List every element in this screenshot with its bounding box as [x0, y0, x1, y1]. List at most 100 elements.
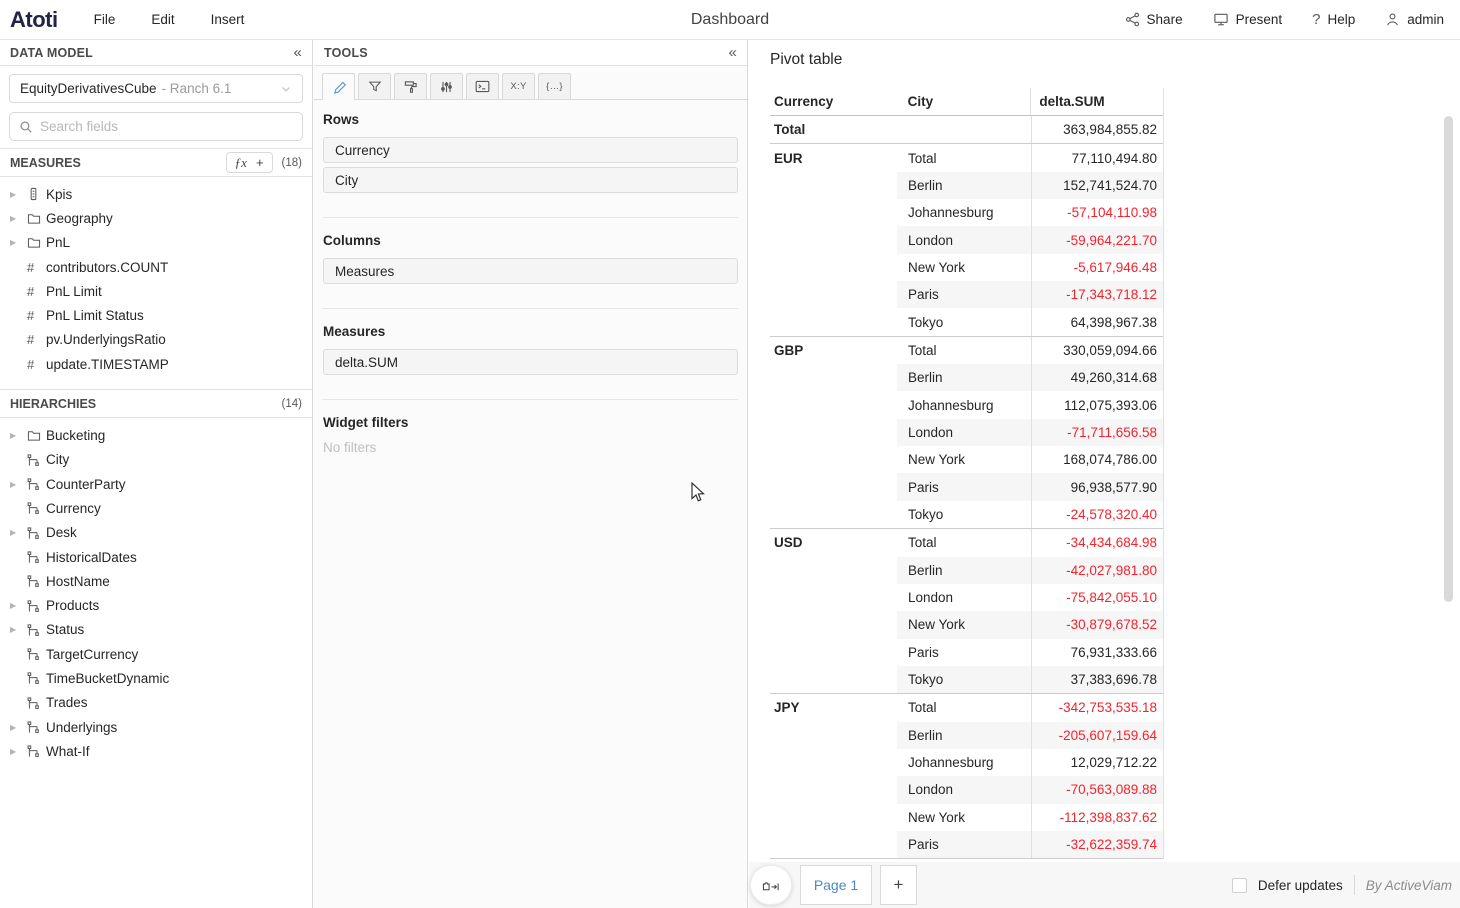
value-cell[interactable]: -112,398,837.62 — [1031, 804, 1164, 831]
menu-item[interactable]: File — [94, 12, 116, 27]
city-cell[interactable]: New York — [897, 804, 1031, 831]
row-field-chip[interactable]: City — [323, 167, 738, 193]
city-cell[interactable]: New York — [897, 446, 1031, 473]
tab-edit[interactable] — [322, 73, 355, 100]
measure-item[interactable]: ▶ # PnL Limit — [0, 279, 312, 303]
city-cell[interactable]: Berlin — [897, 364, 1031, 391]
currency-cell[interactable]: JPY — [770, 694, 897, 721]
city-cell[interactable]: Total — [897, 694, 1031, 721]
value-cell[interactable]: 12,029,712.22 — [1031, 749, 1164, 776]
share-button[interactable]: Share — [1125, 12, 1183, 27]
expand-arrow-icon[interactable]: ▶ — [10, 190, 27, 199]
hierarchy-item[interactable]: ▶ Products — [0, 593, 312, 617]
city-cell[interactable]: Berlin — [897, 557, 1031, 584]
city-cell[interactable]: Tokyo — [897, 308, 1031, 335]
expand-arrow-icon[interactable]: ▶ — [10, 747, 27, 756]
value-cell[interactable]: -71,711,656.58 — [1031, 419, 1164, 446]
add-measure-icon[interactable]: + — [256, 155, 264, 170]
add-page-button[interactable]: + — [880, 865, 917, 905]
row-field-chip[interactable]: Currency — [323, 137, 738, 163]
value-cell[interactable]: 168,074,786.00 — [1031, 446, 1164, 473]
value-cell[interactable]: 49,260,314.68 — [1031, 364, 1164, 391]
page-tab[interactable]: Page 1 — [800, 865, 872, 905]
measure-tools-button[interactable]: ƒx + — [226, 152, 273, 173]
city-cell[interactable]: Total — [897, 144, 1031, 171]
measure-item[interactable]: ▶ Kpis — [0, 182, 312, 206]
hierarchy-item[interactable]: ▶ Trades — [0, 691, 312, 715]
tab-style[interactable] — [394, 73, 427, 99]
cube-selector[interactable]: EquityDerivativesCube - Ranch 6.1 — [9, 74, 303, 103]
tab-filter[interactable] — [358, 73, 391, 99]
measure-item[interactable]: ▶ Geography — [0, 206, 312, 230]
hierarchy-item[interactable]: ▶ Currency — [0, 496, 312, 520]
measure-field-chip[interactable]: delta.SUM — [323, 349, 738, 375]
value-cell[interactable]: -30,879,678.52 — [1031, 611, 1164, 638]
hierarchy-item[interactable]: ▶ TimeBucketDynamic — [0, 666, 312, 690]
expand-arrow-icon[interactable]: ▶ — [10, 625, 27, 634]
tab-settings[interactable] — [430, 73, 463, 99]
column-header-measure[interactable]: delta.SUM — [1030, 88, 1163, 115]
city-cell[interactable]: Paris — [897, 281, 1031, 308]
tab-query[interactable] — [466, 73, 499, 99]
value-cell[interactable]: 96,938,577.90 — [1031, 473, 1164, 500]
value-cell[interactable]: 330,059,094.66 — [1031, 337, 1164, 364]
present-button[interactable]: Present — [1213, 12, 1283, 27]
hierarchy-item[interactable]: ▶ Bucketing — [0, 423, 312, 447]
measure-item[interactable]: ▶ # pv.UnderlyingsRatio — [0, 328, 312, 352]
hierarchy-item[interactable]: ▶ What-If — [0, 739, 312, 763]
expand-arrow-icon[interactable]: ▶ — [10, 723, 27, 732]
currency-cell[interactable]: GBP — [770, 337, 897, 364]
city-cell[interactable]: Total — [897, 337, 1031, 364]
value-cell[interactable]: 112,075,393.06 — [1031, 391, 1164, 418]
measure-item[interactable]: ▶ # contributors.COUNT — [0, 255, 312, 279]
value-cell[interactable]: 64,398,967.38 — [1031, 308, 1164, 335]
city-cell[interactable]: Tokyo — [897, 666, 1031, 693]
value-cell[interactable]: -5,617,946.48 — [1031, 254, 1164, 281]
menu-item[interactable]: Edit — [151, 12, 174, 27]
city-cell[interactable]: Total — [897, 529, 1031, 556]
value-cell[interactable]: -70,563,089.88 — [1031, 776, 1164, 803]
expand-arrow-icon[interactable]: ▶ — [10, 431, 27, 440]
city-cell[interactable]: Johannesburg — [897, 749, 1031, 776]
vertical-scrollbar-thumb[interactable] — [1444, 116, 1453, 602]
currency-cell[interactable]: Total — [770, 116, 897, 143]
city-cell[interactable]: Berlin — [897, 722, 1031, 749]
value-cell[interactable]: 77,110,494.80 — [1031, 144, 1164, 171]
currency-cell[interactable]: EUR — [770, 144, 897, 171]
city-cell[interactable]: Johannesburg — [897, 199, 1031, 226]
help-button[interactable]: ? Help — [1312, 11, 1355, 28]
value-cell[interactable]: 37,383,696.78 — [1031, 666, 1164, 693]
city-cell[interactable]: Johannesburg — [897, 391, 1031, 418]
city-cell[interactable]: London — [897, 584, 1031, 611]
value-cell[interactable]: 363,984,855.82 — [1031, 116, 1164, 143]
measure-item[interactable]: ▶ PnL — [0, 231, 312, 255]
city-cell[interactable]: Paris — [897, 831, 1031, 858]
city-cell[interactable]: London — [897, 419, 1031, 446]
value-cell[interactable]: -57,104,110.98 — [1031, 199, 1164, 226]
value-cell[interactable]: -24,578,320.40 — [1031, 501, 1164, 528]
expand-arrow-icon[interactable]: ▶ — [10, 238, 27, 247]
value-cell[interactable]: -59,964,221.70 — [1031, 226, 1164, 253]
column-header-city[interactable]: City — [897, 94, 1031, 109]
admin-button[interactable]: admin — [1385, 12, 1444, 27]
expand-arrow-icon[interactable]: ▶ — [10, 480, 27, 489]
hierarchy-item[interactable]: ▶ Desk — [0, 521, 312, 545]
value-cell[interactable]: -32,622,359.74 — [1031, 831, 1164, 858]
menu-item[interactable]: Insert — [211, 12, 245, 27]
collapse-panel-icon[interactable]: « — [293, 44, 302, 61]
tab-axes[interactable]: X:Y — [502, 73, 535, 99]
city-cell[interactable]: London — [897, 776, 1031, 803]
tab-state[interactable]: {…} — [538, 73, 571, 99]
value-cell[interactable]: -75,842,055.10 — [1031, 584, 1164, 611]
value-cell[interactable]: 76,931,333.66 — [1031, 639, 1164, 666]
value-cell[interactable]: -17,343,718.12 — [1031, 281, 1164, 308]
hierarchy-item[interactable]: ▶ CounterParty — [0, 472, 312, 496]
city-cell[interactable]: Tokyo — [897, 501, 1031, 528]
defer-updates-checkbox[interactable] — [1232, 878, 1247, 893]
city-cell[interactable]: London — [897, 226, 1031, 253]
value-cell[interactable]: -205,607,159.64 — [1031, 722, 1164, 749]
hierarchy-item[interactable]: ▶ Status — [0, 618, 312, 642]
currency-cell[interactable]: USD — [770, 529, 897, 556]
value-cell[interactable]: -34,434,684.98 — [1031, 529, 1164, 556]
hierarchy-item[interactable]: ▶ TargetCurrency — [0, 642, 312, 666]
